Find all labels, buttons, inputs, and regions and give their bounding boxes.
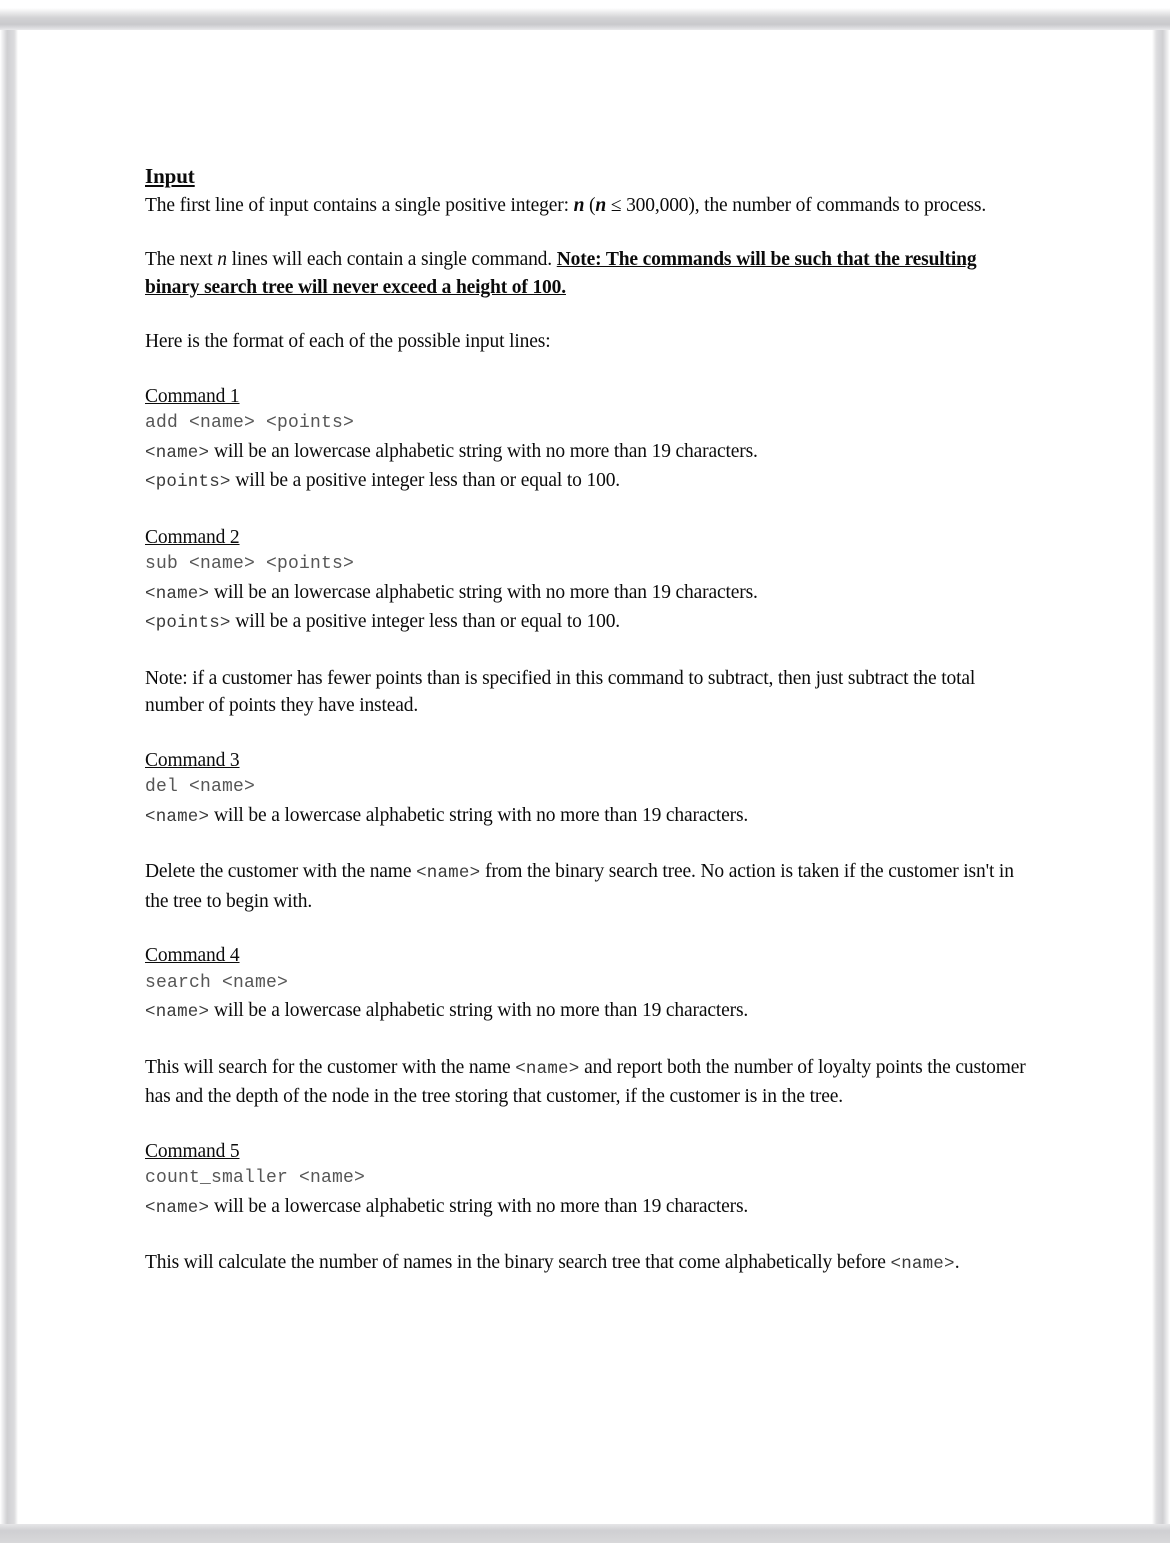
note-token: <name> [515, 1058, 580, 1079]
intro-paragraph: The first line of input contains a singl… [145, 192, 1030, 220]
parameter-description: will be a lowercase alphabetic string wi… [209, 1000, 749, 1021]
command-parameter-spec: <name> will be an lowercase alphabetic s… [145, 438, 1030, 468]
document-content: Input The first line of input contains a… [145, 163, 1030, 1279]
command-parameter-spec: <points> will be a positive integer less… [145, 608, 1030, 638]
command-note: This will search for the customer with t… [145, 1054, 1030, 1111]
command-parameter-spec: <name> will be an lowercase alphabetic s… [145, 579, 1030, 609]
command-heading: Command 1 [145, 385, 240, 407]
next-lines-prefix: The next [145, 249, 218, 270]
page-left-edge-shadow [0, 30, 18, 1524]
command-block: Command 2 sub <name> <points> <name> will … [145, 524, 1030, 720]
parameter-token: <name> [145, 1002, 210, 1022]
parameter-token: <name> [145, 806, 210, 827]
intro-constraint-var-n: n [595, 194, 607, 216]
note-text-before: Note: if a customer has fewer points tha… [145, 667, 976, 717]
note-text-before: This will calculate the number of names … [145, 1252, 891, 1273]
page-title: Input [145, 164, 195, 188]
command-note: This will calculate the number of names … [145, 1249, 1030, 1279]
command-block: Command 3 del <name> <name> will be a lowe… [145, 747, 1030, 916]
intro-constraint-open: ( [584, 194, 596, 216]
page-top-shadow-band [0, 8, 1170, 30]
note-token: <name> [416, 863, 481, 883]
intro-prefix: The first line of input contains a singl… [145, 194, 574, 216]
command-heading: Command 3 [145, 749, 240, 771]
parameter-token: <name> [145, 1197, 210, 1218]
command-syntax: del <name> [145, 777, 256, 797]
note-text-after: . [954, 1252, 960, 1273]
next-lines-var-n: n [217, 249, 227, 270]
format-intro-paragraph: Here is the format of each of the possib… [145, 331, 551, 352]
command-note: Delete the customer with the name <name>… [145, 858, 1030, 915]
command-list: Command 1 add <name> <points> <name> will … [145, 383, 1030, 1279]
parameter-description: will be an lowercase alphabetic string w… [209, 581, 758, 603]
intro-var-n: n [573, 194, 585, 216]
parameter-description: will be a lowercase alphabetic string wi… [209, 1195, 749, 1217]
parameter-token: <name> [145, 583, 210, 604]
command-heading: Command 2 [145, 526, 240, 548]
parameter-description: will be an lowercase alphabetic string w… [209, 440, 758, 462]
next-lines-mid: lines will each contain a single command… [226, 249, 557, 270]
note-text-before: This will search for the customer with t… [145, 1056, 516, 1078]
command-syntax: add <name> <points> [145, 413, 355, 433]
command-note: Note: if a customer has fewer points tha… [145, 665, 1030, 720]
page-bottom-shadow-band [0, 1524, 1170, 1543]
parameter-token: <points> [145, 472, 231, 492]
command-parameter-spec: <name> will be a lowercase alphabetic st… [145, 802, 1030, 832]
command-syntax: count_smaller <name> [145, 1168, 366, 1188]
parameter-token: <points> [145, 613, 231, 633]
command-block: Command 1 add <name> <points> <name> will … [145, 383, 1030, 497]
command-block: Command 4 search <name> <name> will be a l… [145, 942, 1030, 1111]
command-heading: Command 5 [145, 1140, 240, 1162]
command-parameter-spec: <name> will be a lowercase alphabetic st… [145, 1193, 1030, 1223]
parameter-token: <name> [145, 442, 210, 463]
command-heading: Command 4 [145, 945, 240, 966]
command-block: Command 5 count_smaller <name> <name> will… [145, 1138, 1030, 1279]
document-page: Input The first line of input contains a… [18, 31, 1152, 1522]
parameter-description: will be a lowercase alphabetic string wi… [209, 804, 749, 826]
command-parameter-spec: <name> will be a lowercase alphabetic st… [145, 997, 1030, 1027]
next-lines-paragraph: The next n lines will each contain a sin… [145, 246, 1030, 301]
note-text-before: Delete the customer with the name [145, 861, 417, 882]
command-syntax: sub <name> <points> [145, 554, 355, 574]
document-viewer: Input The first line of input contains a… [0, 0, 1170, 1543]
parameter-description: will be a positive integer less than or … [230, 611, 621, 632]
note-token: <name> [890, 1254, 955, 1274]
page-right-edge-shadow [1152, 30, 1170, 1524]
command-parameter-spec: <points> will be a positive integer less… [145, 467, 1030, 497]
parameter-description: will be a positive integer less than or … [230, 470, 621, 491]
intro-constraint-rest: ≤ 300,000), the number of commands to pr… [606, 194, 987, 216]
command-syntax: search <name> [145, 972, 289, 993]
